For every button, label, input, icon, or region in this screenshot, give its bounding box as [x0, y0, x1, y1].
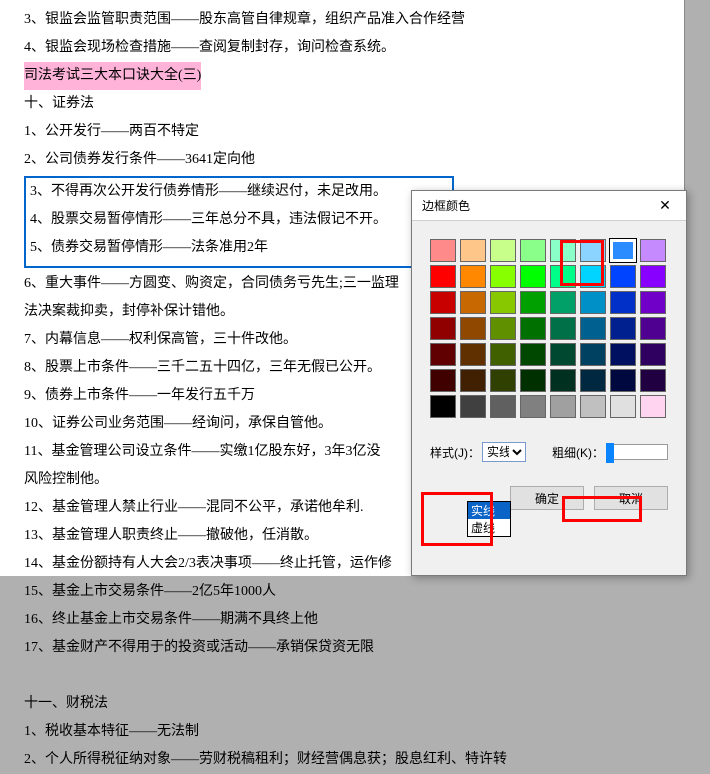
dialog-title: 边框颜色 [422, 197, 470, 214]
color-swatch[interactable] [550, 395, 576, 418]
style-dropdown-open: 实线 虚线 [467, 501, 511, 537]
text-line: 17、基金财产不得用于的投资或活动——承销保贷资无限 [24, 634, 660, 662]
text-line: 2、个人所得税征纳对象——劳财税稿租利；财经营偶息获；股息红利、特许转 [24, 746, 660, 774]
color-swatch[interactable] [580, 369, 606, 392]
color-swatch[interactable] [490, 291, 516, 314]
color-swatch[interactable] [610, 343, 636, 366]
color-swatch[interactable] [610, 291, 636, 314]
color-swatch[interactable] [520, 317, 546, 340]
color-swatch[interactable] [580, 395, 606, 418]
close-icon: ✕ [659, 197, 671, 213]
text-line: 3、银监会监管职责范围——股东高管自律规章，组织产品准入合作经营 [24, 6, 660, 34]
color-swatch[interactable] [550, 317, 576, 340]
dropdown-option-solid[interactable]: 实线 [468, 502, 510, 519]
text-line: 4、股票交易暂停情形——三年总分不具，违法假记不开。 [30, 206, 448, 234]
text-line: 十一、财税法 [24, 690, 660, 718]
color-swatch[interactable] [430, 369, 456, 392]
color-swatch[interactable] [550, 343, 576, 366]
color-swatch[interactable] [460, 395, 486, 418]
color-swatch[interactable] [550, 291, 576, 314]
color-swatch[interactable] [490, 239, 516, 262]
color-swatch[interactable] [490, 317, 516, 340]
color-swatch[interactable] [460, 343, 486, 366]
color-swatch[interactable] [520, 265, 546, 288]
border-color-dialog: 边框颜色 ✕ 样式(J)： 实线 粗细(K)： 实线 虚线 确定 取消 [411, 190, 687, 576]
color-swatch[interactable] [580, 239, 606, 262]
color-swatch[interactable] [580, 291, 606, 314]
dialog-header: 边框颜色 ✕ [412, 191, 686, 221]
color-swatch[interactable] [430, 343, 456, 366]
blue-border-box: 3、不得再次公开发行债券情形——继续迟付，未足改用。4、股票交易暂停情形——三年… [24, 176, 454, 268]
color-swatch[interactable] [640, 317, 666, 340]
slider-thumb[interactable] [606, 443, 614, 463]
text-line: 5、债券交易暂停情形——法条准用2年 [30, 234, 448, 262]
color-swatch[interactable] [430, 239, 456, 262]
color-swatch[interactable] [550, 239, 576, 262]
color-swatch[interactable] [460, 265, 486, 288]
color-swatch[interactable] [580, 265, 606, 288]
ok-button[interactable]: 确定 [510, 486, 584, 510]
color-swatch[interactable] [610, 369, 636, 392]
text-line: 3、不得再次公开发行债券情形——继续迟付，未足改用。 [30, 178, 448, 206]
color-swatch[interactable] [640, 265, 666, 288]
color-swatch[interactable] [520, 369, 546, 392]
color-swatch[interactable] [640, 343, 666, 366]
color-swatch[interactable] [430, 395, 456, 418]
color-swatch[interactable] [520, 343, 546, 366]
text-line: 16、终止基金上市交易条件——期满不具终上他 [24, 606, 660, 634]
text-line: 1、公开发行——两百不特定 [24, 118, 660, 146]
thickness-slider[interactable] [606, 444, 668, 460]
color-swatch[interactable] [550, 369, 576, 392]
style-label: 样式(J)： [430, 444, 480, 461]
text-line: 十、证券法 [24, 90, 660, 118]
color-swatch[interactable] [580, 317, 606, 340]
color-swatch[interactable] [490, 369, 516, 392]
thickness-label: 粗细(K)： [552, 444, 604, 461]
color-swatch[interactable] [550, 265, 576, 288]
dialog-body: 样式(J)： 实线 粗细(K)： 实线 虚线 [412, 221, 686, 474]
text-line: 4、银监会现场检查措施——查阅复制封存，询问检查系统。 [24, 34, 660, 62]
color-swatch[interactable] [430, 265, 456, 288]
color-swatch[interactable] [610, 395, 636, 418]
color-swatch[interactable] [580, 343, 606, 366]
color-swatch[interactable] [610, 265, 636, 288]
color-swatch[interactable] [490, 395, 516, 418]
color-swatch[interactable] [640, 239, 666, 262]
color-swatch[interactable] [430, 291, 456, 314]
color-swatch[interactable] [640, 291, 666, 314]
color-swatch[interactable] [460, 291, 486, 314]
color-grid [430, 239, 668, 418]
highlighted-text: 司法考试三大本口诀大全(三) [24, 62, 201, 90]
color-swatch[interactable] [490, 343, 516, 366]
text-line: 2、公司债券发行条件——3641定向他 [24, 146, 660, 174]
close-button[interactable]: ✕ [644, 191, 686, 221]
text-line [24, 662, 660, 690]
color-swatch[interactable] [460, 369, 486, 392]
color-swatch[interactable] [490, 265, 516, 288]
color-swatch[interactable] [520, 395, 546, 418]
color-swatch[interactable] [520, 291, 546, 314]
color-swatch[interactable] [610, 239, 636, 262]
color-swatch[interactable] [640, 395, 666, 418]
color-swatch[interactable] [520, 239, 546, 262]
text-line: 1、税收基本特征——无法制 [24, 718, 660, 746]
color-swatch[interactable] [430, 317, 456, 340]
color-swatch[interactable] [460, 317, 486, 340]
style-select[interactable]: 实线 [482, 442, 526, 462]
color-swatch[interactable] [640, 369, 666, 392]
color-swatch[interactable] [460, 239, 486, 262]
color-swatch[interactable] [610, 317, 636, 340]
text-line: 15、基金上市交易条件——2亿5年1000人 [24, 578, 660, 606]
cancel-button[interactable]: 取消 [594, 486, 668, 510]
dropdown-option-dashed[interactable]: 虚线 [468, 519, 510, 536]
